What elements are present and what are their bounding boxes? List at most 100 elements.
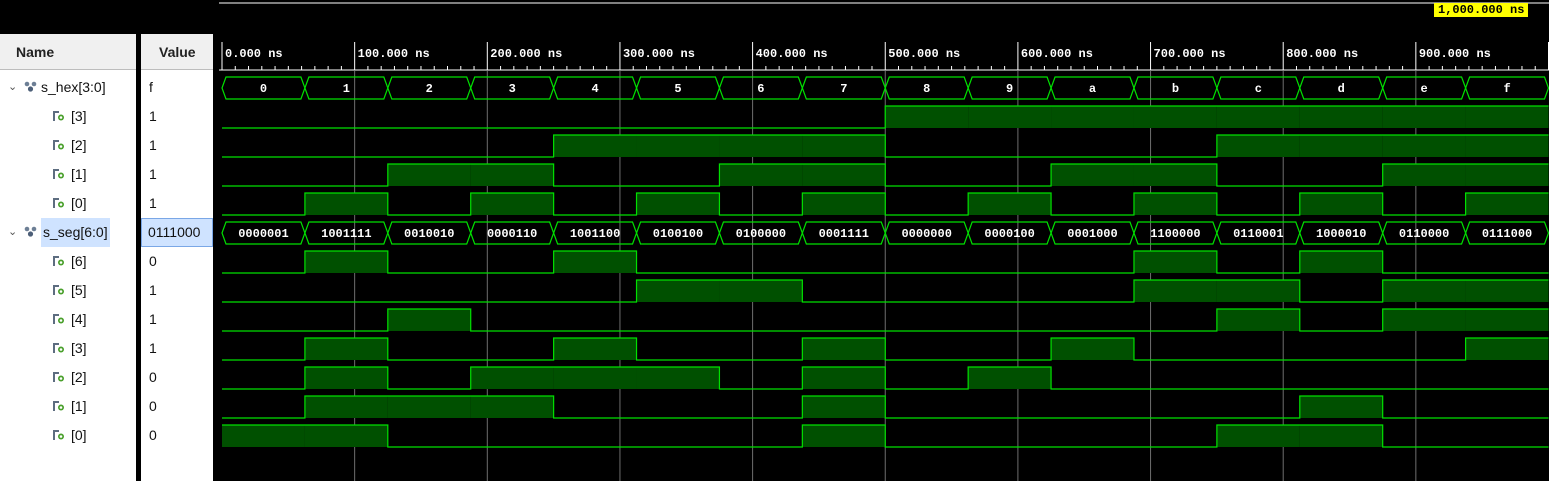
bit-signal-icon — [53, 198, 64, 208]
signal-value-cell[interactable]: 0 — [141, 421, 213, 450]
signal-value-cell[interactable]: 1 — [141, 160, 213, 189]
expand-chevron-icon[interactable]: ⌄ — [8, 218, 17, 247]
bus-value-label: 0000110 — [487, 227, 537, 241]
high-level-fill — [802, 367, 886, 389]
bus-value-label: 8 — [923, 82, 930, 96]
high-level-fill — [304, 338, 388, 360]
high-level-fill — [553, 338, 637, 360]
time-tick-label: 100.000 ns — [358, 47, 430, 61]
signal-name-label: [1] — [71, 398, 87, 414]
bit-signal-icon — [53, 256, 64, 266]
signal-value-cell[interactable]: f — [141, 73, 213, 102]
high-level-fill — [1216, 135, 1300, 157]
signal-value-cell[interactable]: 1 — [141, 102, 213, 131]
signal-name-row[interactable]: [0] — [0, 189, 136, 218]
bus-value-label: 0001111 — [819, 227, 869, 241]
cursor-time-label: 1,000.000 ns — [1434, 3, 1529, 17]
signal-name-row[interactable]: [3] — [0, 334, 136, 363]
high-level-fill — [1465, 106, 1549, 128]
bus-value-label: 1001111 — [321, 227, 371, 241]
high-level-fill — [1299, 425, 1383, 447]
bus-value-label: 9 — [1006, 82, 1013, 96]
signal-name-label: [0] — [71, 195, 87, 211]
signal-name-row[interactable]: ⌄ s_hex[3:0] — [0, 73, 136, 102]
waveform-area[interactable]: 0.000 ns 100.000 ns 200.000 ns 300.000 ns 40… — [219, 0, 1549, 481]
bus-value-label: f — [1503, 82, 1510, 96]
high-level-fill — [1216, 280, 1300, 302]
time-tick-label: 300.000 ns — [623, 47, 695, 61]
bit-waveform — [222, 366, 1549, 390]
signal-name-row[interactable]: ⌄ s_seg[6:0] — [0, 218, 136, 247]
high-level-fill — [1133, 164, 1217, 186]
high-level-fill — [1299, 106, 1383, 128]
bit-signal-icon — [53, 401, 64, 411]
high-level-fill — [304, 425, 388, 447]
bit-signal-icon — [53, 111, 64, 121]
name-column-header[interactable]: Name — [0, 34, 136, 70]
bus-value-label: 4 — [591, 82, 598, 96]
signal-name-label: [2] — [71, 369, 87, 385]
signal-value-cell[interactable]: 1 — [141, 189, 213, 218]
high-level-fill — [304, 193, 388, 215]
bus-value-label: 0000001 — [238, 227, 288, 241]
signal-value-cell[interactable]: 1 — [141, 276, 213, 305]
high-level-fill — [1465, 135, 1549, 157]
signal-name-row[interactable]: [6] — [0, 247, 136, 276]
high-level-fill — [470, 367, 554, 389]
high-level-fill — [1051, 106, 1134, 128]
bus-value-label: 0110000 — [1399, 227, 1449, 241]
signal-name-label: [3] — [71, 108, 87, 124]
high-level-fill — [802, 164, 886, 186]
bus-value-label: 2 — [426, 82, 433, 96]
bus-value-label: d — [1338, 82, 1345, 96]
signal-value-cell[interactable]: 0111000 — [141, 218, 213, 247]
signal-value-cell[interactable]: 0 — [141, 392, 213, 421]
high-level-fill — [1382, 309, 1466, 331]
bus-value-label: e — [1421, 82, 1428, 96]
bus-value-label: 7 — [840, 82, 847, 96]
high-level-fill — [1299, 251, 1383, 273]
time-tick-label: 900.000 ns — [1419, 47, 1491, 61]
bus-value-label: 6 — [757, 82, 764, 96]
signal-name-row[interactable]: [2] — [0, 363, 136, 392]
high-level-fill — [304, 367, 388, 389]
value-column-header[interactable]: Value — [141, 34, 213, 70]
expand-chevron-icon[interactable]: ⌄ — [8, 73, 17, 102]
high-level-fill — [387, 309, 471, 331]
high-level-fill — [1133, 251, 1217, 273]
signal-name-row[interactable]: [3] — [0, 102, 136, 131]
high-level-fill — [553, 251, 637, 273]
signal-name-row[interactable]: [4] — [0, 305, 136, 334]
high-level-fill — [968, 193, 1052, 215]
high-level-fill — [1051, 164, 1134, 186]
bus-value-label: a — [1089, 82, 1096, 96]
bus-value-label: 0111000 — [1482, 227, 1532, 241]
high-level-fill — [636, 367, 720, 389]
signal-name-row[interactable]: [1] — [0, 392, 136, 421]
high-level-fill — [1299, 135, 1383, 157]
high-level-fill — [1051, 338, 1134, 360]
time-tick-label: 700.000 ns — [1154, 47, 1226, 61]
signal-value-cell[interactable]: 1 — [141, 305, 213, 334]
high-level-fill — [1216, 425, 1300, 447]
bus-value-label: 1001100 — [570, 227, 620, 241]
high-level-fill — [802, 396, 886, 418]
signal-value-cell[interactable]: 1 — [141, 131, 213, 160]
bus-value-label: 0000000 — [901, 227, 951, 241]
signal-name-label: [6] — [71, 253, 87, 269]
signal-value-cell[interactable]: 0 — [141, 363, 213, 392]
signal-name-row[interactable]: [0] — [0, 421, 136, 450]
signal-value-cell[interactable]: 0 — [141, 247, 213, 276]
high-level-fill — [968, 106, 1052, 128]
high-level-fill — [553, 367, 637, 389]
signal-name-row[interactable]: [2] — [0, 131, 136, 160]
high-level-fill — [1465, 280, 1549, 302]
bus-value-label: c — [1255, 82, 1262, 96]
time-tick-label: 200.000 ns — [490, 47, 562, 61]
high-level-fill — [1382, 164, 1466, 186]
signal-name-row[interactable]: [5] — [0, 276, 136, 305]
signal-name-row[interactable]: [1] — [0, 160, 136, 189]
signal-value-cell[interactable]: 1 — [141, 334, 213, 363]
signal-name-label: [3] — [71, 340, 87, 356]
high-level-fill — [387, 396, 471, 418]
